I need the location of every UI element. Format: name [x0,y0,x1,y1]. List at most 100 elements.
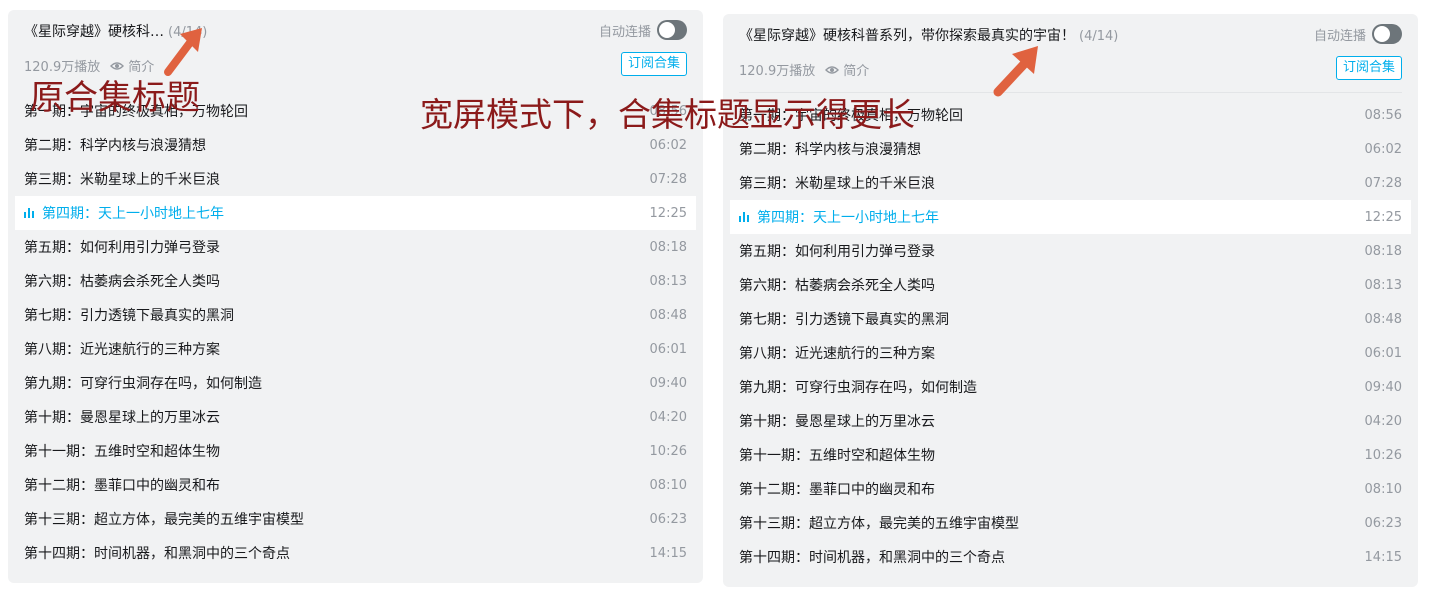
episode-title-text: 第十一期：五维时空和超体生物 [739,448,935,464]
episode-duration: 06:01 [1364,345,1402,361]
episode-list: 第一期：宇宙的终极真相，万物轮回 08:56 第二期：科学内核与浪漫猜想 06:02 第… [8,94,703,570]
autoplay-control[interactable]: 自动连播 [1314,24,1402,44]
episode-item[interactable]: 第十期：曼恩星球上的万里冰云 04:20 [723,404,1418,438]
episode-item[interactable]: 第四期：天上一小时地上七年 12:25 [15,196,696,230]
autoplay-label: 自动连播 [598,24,651,40]
episode-duration: 08:10 [1364,481,1402,497]
autoplay-toggle[interactable] [657,20,687,40]
episode-title-text: 第十四期：时间机器，和黑洞中的三个奇点 [739,550,1005,566]
episode-item[interactable]: 第七期：引力透镜下最真实的黑洞 08:48 [8,298,703,332]
episode-duration: 06:23 [649,511,687,527]
playlist-title-text[interactable]: 《星际穿越》硬核科… [24,24,164,40]
episode-title-text: 第八期：近光速航行的三种方案 [739,346,935,362]
episode-item[interactable]: 第十三期：超立方体，最完美的五维宇宙模型 06:23 [8,502,703,536]
episode-item[interactable]: 第十二期：墨菲口中的幽灵和布 08:10 [8,468,703,502]
episode-title: 第十期：曼恩星球上的万里冰云 [739,411,1365,431]
episode-title: 第二期：科学内核与浪漫猜想 [739,139,1365,159]
episode-title-text: 第七期：引力透镜下最真实的黑洞 [24,308,234,324]
episode-title: 第九期：可穿行虫洞存在吗，如何制造 [739,377,1365,397]
episode-item[interactable]: 第二期：科学内核与浪漫猜想 06:02 [723,132,1418,166]
episode-duration: 14:15 [649,545,687,561]
episode-duration: 08:18 [649,239,687,255]
episode-item[interactable]: 第三期：米勒星球上的千米巨浪 07:28 [723,166,1418,200]
episode-title-text: 第十期：曼恩星球上的万里冰云 [739,414,935,430]
episode-duration: 09:40 [1364,379,1402,395]
episode-item[interactable]: 第五期：如何利用引力弹弓登录 08:18 [723,234,1418,268]
episode-title: 第十一期：五维时空和超体生物 [24,441,650,461]
episode-title-text: 第六期：枯萎病会杀死全人类吗 [24,274,220,290]
episode-title-text: 第五期：如何利用引力弹弓登录 [739,244,935,260]
episode-duration: 07:28 [1364,175,1402,191]
episode-title-text: 第三期：米勒星球上的千米巨浪 [739,176,935,192]
episode-duration: 12:25 [1364,209,1402,225]
episode-title-text: 第四期：天上一小时地上七年 [42,206,224,222]
episode-item[interactable]: 第九期：可穿行虫洞存在吗，如何制造 09:40 [723,370,1418,404]
subscribe-collection-button[interactable]: 订阅合集 [620,52,687,76]
episode-title: 第六期：枯萎病会杀死全人类吗 [24,271,650,291]
episode-duration: 10:26 [649,443,687,459]
episode-title: 第五期：如何利用引力弹弓登录 [24,237,650,257]
toggle-knob [1374,26,1390,42]
episode-title: 第十一期：五维时空和超体生物 [739,445,1365,465]
episode-title-text: 第十一期：五维时空和超体生物 [24,444,220,460]
episode-item[interactable]: 第四期：天上一小时地上七年 12:25 [730,200,1411,234]
episode-duration: 06:02 [1364,141,1402,157]
episode-duration: 09:40 [649,375,687,391]
episode-item[interactable]: 第五期：如何利用引力弹弓登录 08:18 [8,230,703,264]
episode-title-text: 第七期：引力透镜下最真实的黑洞 [739,312,949,328]
episode-duration: 08:48 [649,307,687,323]
episode-title: 第十期：曼恩星球上的万里冰云 [24,407,650,427]
autoplay-toggle[interactable] [1372,24,1402,44]
episode-duration: 08:48 [1364,311,1402,327]
episode-item[interactable]: 第十二期：墨菲口中的幽灵和布 08:10 [723,472,1418,506]
episode-title-text: 第九期：可穿行虫洞存在吗，如何制造 [739,380,977,396]
playlist-title-text[interactable]: 《星际穿越》硬核科普系列，带你探索最真实的宇宙！ [739,28,1075,44]
playlist-header: 《星际穿越》硬核科普系列，带你探索最真实的宇宙！ (4/14) 自动连播 120.… [723,14,1418,93]
episode-duration: 08:13 [1364,277,1402,293]
episode-item[interactable]: 第十四期：时间机器，和黑洞中的三个奇点 14:15 [8,536,703,570]
episode-title: 第九期：可穿行虫洞存在吗，如何制造 [24,373,650,393]
episode-title-text: 第五期：如何利用引力弹弓登录 [24,240,220,256]
episode-item[interactable]: 第九期：可穿行虫洞存在吗，如何制造 09:40 [8,366,703,400]
episode-title-text: 第二期：科学内核与浪漫猜想 [739,142,921,158]
episode-title: 第六期：枯萎病会杀死全人类吗 [739,275,1365,295]
episode-title-text: 第六期：枯萎病会杀死全人类吗 [739,278,935,294]
episode-title: 第四期：天上一小时地上七年 [24,203,650,223]
episode-title-text: 第十二期：墨菲口中的幽灵和布 [739,482,935,498]
annotation-original-title: 原合集标题 [30,78,200,118]
episode-item[interactable]: 第十一期：五维时空和超体生物 10:26 [723,438,1418,472]
episode-duration: 08:56 [1364,107,1402,123]
intro-link[interactable]: 简介 [843,60,869,79]
episode-title-text: 第九期：可穿行虫洞存在吗，如何制造 [24,376,262,392]
episode-title: 第十二期：墨菲口中的幽灵和布 [739,479,1365,499]
playlist-count: (4/14) [1079,29,1119,44]
playlist-title[interactable]: 《星际穿越》硬核科普系列，带你探索最真实的宇宙！ (4/14) [739,25,1118,45]
episode-item[interactable]: 第八期：近光速航行的三种方案 06:01 [8,332,703,366]
episode-duration: 12:25 [649,205,687,221]
episode-item[interactable]: 第十一期：五维时空和超体生物 10:26 [8,434,703,468]
annotation-widescreen-note: 宽屏模式下，合集标题显示得更长 [420,95,915,134]
episode-item[interactable]: 第三期：米勒星球上的千米巨浪 07:28 [8,162,703,196]
episode-title-text: 第十三期：超立方体，最完美的五维宇宙模型 [24,512,304,528]
episode-title: 第三期：米勒星球上的千米巨浪 [24,169,650,189]
episode-list: 第一期：宇宙的终极真相，万物轮回 08:56 第二期：科学内核与浪漫猜想 06:02 第… [723,98,1418,574]
episode-duration: 14:15 [1364,549,1402,565]
subscribe-collection-button[interactable]: 订阅合集 [1335,56,1402,80]
episode-duration: 04:20 [1364,413,1402,429]
episode-duration: 07:28 [649,171,687,187]
episode-title-text: 第八期：近光速航行的三种方案 [24,342,220,358]
episode-item[interactable]: 第十三期：超立方体，最完美的五维宇宙模型 06:23 [723,506,1418,540]
episode-item[interactable]: 第六期：枯萎病会杀死全人类吗 08:13 [723,268,1418,302]
episode-item[interactable]: 第八期：近光速航行的三种方案 06:01 [723,336,1418,370]
autoplay-control[interactable]: 自动连播 [599,20,687,40]
episode-duration: 04:20 [649,409,687,425]
episode-title: 第七期：引力透镜下最真实的黑洞 [24,305,650,325]
episode-item[interactable]: 第十期：曼恩星球上的万里冰云 04:20 [8,400,703,434]
eye-icon [825,65,840,75]
episode-item[interactable]: 第十四期：时间机器，和黑洞中的三个奇点 14:15 [723,540,1418,574]
playing-bars-icon [739,210,753,222]
episode-item[interactable]: 第六期：枯萎病会杀死全人类吗 08:13 [8,264,703,298]
episode-item[interactable]: 第七期：引力透镜下最真实的黑洞 08:48 [723,302,1418,336]
episode-title: 第十四期：时间机器，和黑洞中的三个奇点 [24,543,650,563]
playlist-meta: 120.9万播放 简介 [739,60,869,79]
